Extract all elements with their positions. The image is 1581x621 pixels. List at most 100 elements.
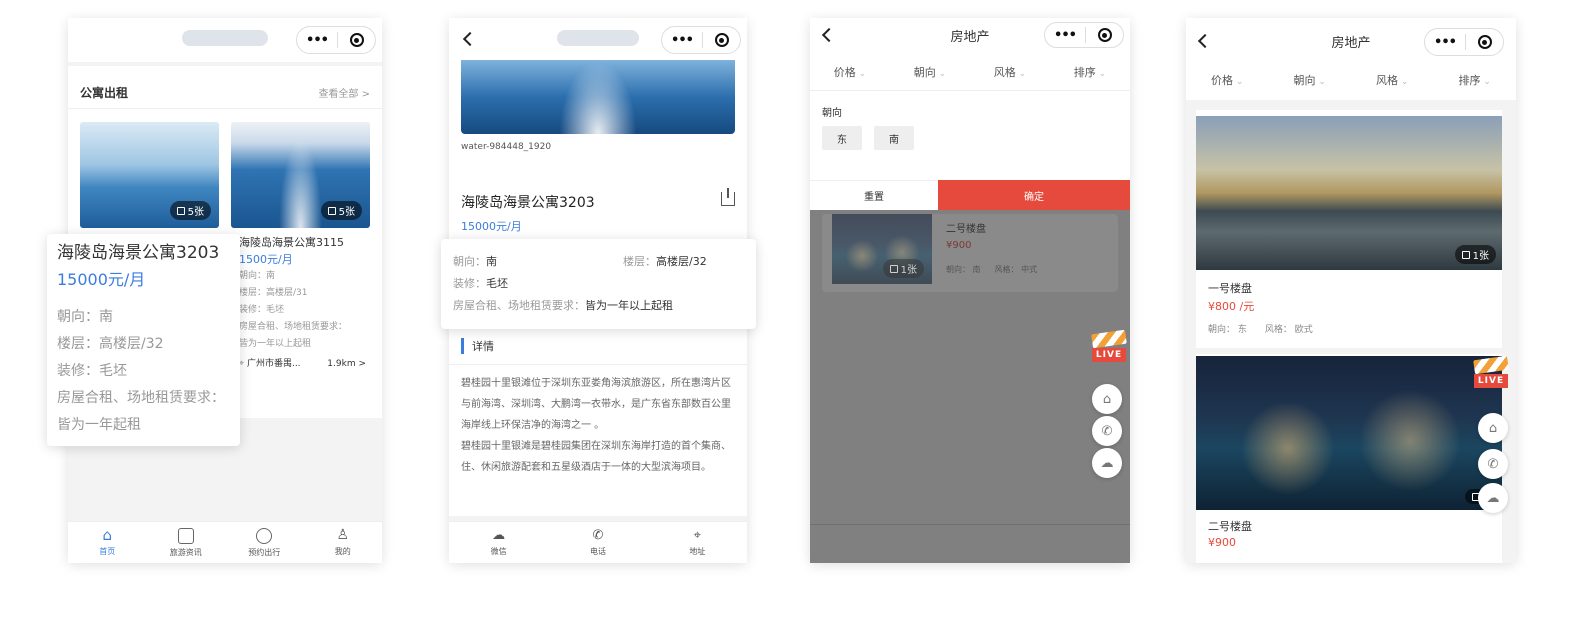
gallery-icon	[889, 264, 898, 273]
listing-price: ¥800 /元	[1208, 300, 1255, 313]
filter-style[interactable]: 风格	[994, 64, 1026, 80]
orientation-heading: 朝向	[822, 108, 842, 119]
apartment-card-2-info[interactable]: 海陵岛海景公寓3115 1500元/月 朝向：南 楼层：高楼层/31 装修：毛坯…	[239, 234, 374, 373]
heading-bar	[461, 338, 464, 354]
share-icon[interactable]	[721, 188, 735, 206]
listing-name: 二号楼盘	[946, 224, 986, 235]
filter-style[interactable]: 风格	[1376, 72, 1408, 88]
orientation-label: 朝向：	[453, 255, 486, 268]
gallery-icon	[176, 206, 185, 215]
wechat-icon: ☁	[1486, 490, 1500, 506]
decoration-text: 装修：毛坯	[57, 363, 127, 379]
apartment-photo[interactable]	[461, 60, 735, 134]
view-all-link[interactable]: 查看全部 >	[318, 85, 370, 100]
filter-sort[interactable]: 排序	[1074, 64, 1106, 80]
listing-style: 风格： 中式	[994, 265, 1038, 274]
detail-heading: 详情	[472, 340, 494, 353]
phone-filter: 房地产 ••• 价格 朝向 风格 排序 朝向 东 南 重置 确定 1张 二号楼盘…	[810, 18, 1130, 563]
detail-section: 详情 碧桂园十里银滩位于深圳东亚娄角海滨旅游区，所在惠湾片区与前海湾、深圳湾、大…	[449, 326, 747, 516]
more-icon[interactable]: •••	[662, 33, 702, 48]
title-placeholder	[182, 30, 268, 46]
apartment-title: 海陵岛海景公寓3203	[57, 243, 220, 263]
phone-listings: 房地产 ••• 价格 朝向 风格 排序 1张 一号楼盘 ¥800 /元 朝向： …	[1186, 18, 1516, 563]
phone-float-button[interactable]: ✆	[1478, 449, 1508, 479]
apartment-price: 15000元/月	[461, 220, 522, 233]
more-icon[interactable]: •••	[1045, 28, 1085, 43]
location-icon: ⌖	[693, 528, 701, 543]
phone-float-button[interactable]: ✆	[1092, 416, 1122, 446]
reset-button[interactable]: 重置	[810, 180, 938, 210]
filter-price[interactable]: 价格	[1211, 72, 1243, 88]
floor-text: 楼层：高楼层/31	[239, 288, 308, 298]
user-icon: ♙	[336, 527, 350, 543]
option-south[interactable]: 南	[874, 126, 914, 150]
filter-price[interactable]: 价格	[834, 64, 866, 80]
listing-image: 1张	[832, 214, 932, 284]
listing-orientation: 朝向： 东	[1208, 325, 1247, 335]
wechat-button[interactable]: ☁ 微信	[449, 522, 548, 563]
apartment-image-1[interactable]: 5张	[80, 122, 219, 228]
home-icon: ⌂	[1488, 420, 1498, 436]
listing-price: ¥900	[1208, 536, 1236, 549]
apartment-price: 15000元/月	[57, 270, 146, 289]
wechat-float-button[interactable]: ☁	[1092, 448, 1122, 478]
listing-price: ¥900	[946, 240, 972, 251]
nav-bar: •••	[68, 18, 382, 62]
confirm-button[interactable]: 确定	[938, 180, 1130, 210]
gallery-icon	[327, 206, 336, 215]
listing-card-2[interactable]: 1 二号楼盘 ¥900	[1196, 354, 1502, 563]
action-bar: ☁ 微信 ✆ 电话 ⌖ 地址	[449, 521, 747, 563]
apartment-image-2[interactable]: 5张	[231, 122, 370, 228]
back-icon[interactable]	[462, 31, 478, 47]
address-button[interactable]: ⌖ 地址	[648, 522, 747, 563]
gallery-icon	[1461, 250, 1470, 259]
home-icon: ⌂	[1102, 391, 1112, 407]
home-float-button[interactable]: ⌂	[1478, 413, 1508, 443]
orientation-value: 南	[486, 255, 497, 268]
live-badge[interactable]: LIVE	[1473, 355, 1509, 394]
clapperboard-icon	[1091, 329, 1127, 349]
close-target-icon[interactable]	[338, 33, 375, 47]
listing-orientation: 朝向： 南	[946, 265, 981, 274]
listing-card-1[interactable]: 1张 一号楼盘 ¥800 /元 朝向： 东 风格： 欧式	[1196, 110, 1502, 348]
tab-home[interactable]: ⌂ 首页	[68, 522, 147, 563]
phone-icon: ✆	[592, 528, 604, 543]
home-float-button[interactable]: ⌂	[1092, 384, 1122, 414]
live-badge[interactable]: LIVE	[1091, 329, 1127, 368]
requirement-label: 房屋合租、场地租赁要求：	[239, 322, 348, 332]
tab-travel-news[interactable]: 旅游资讯	[147, 522, 226, 563]
location-text: 广州市番禺...	[246, 359, 301, 369]
requirement-value: 皆为一年以上起租	[585, 299, 673, 312]
listing-image: 1张	[1196, 116, 1502, 270]
filter-orientation[interactable]: 朝向	[1294, 72, 1326, 88]
floor-text: 楼层：高楼层/32	[57, 336, 164, 352]
filter-sort[interactable]: 排序	[1459, 72, 1491, 88]
more-icon[interactable]: •••	[1425, 35, 1465, 50]
close-target-icon[interactable]	[1086, 28, 1123, 42]
filter-orientation[interactable]: 朝向	[914, 64, 946, 80]
image-caption: water-984448_1920	[461, 142, 552, 152]
close-target-icon[interactable]	[703, 33, 740, 47]
filter-panel: 房地产 ••• 价格 朝向 风格 排序 朝向 东 南 重置 确定	[810, 18, 1130, 210]
close-target-icon[interactable]	[1466, 35, 1503, 49]
requirement-label: 房屋合租、场地租赁要求：	[57, 390, 225, 406]
listing-name: 二号楼盘	[1208, 520, 1252, 533]
description-paragraph-1: 碧桂园十里银滩位于深圳东亚娄角海滨旅游区，所在惠湾片区与前海湾、深圳湾、大鹏湾一…	[461, 378, 731, 431]
tab-mine[interactable]: ♙ 我的	[304, 522, 383, 563]
decoration-value: 毛坯	[486, 277, 508, 290]
more-icon[interactable]: •••	[297, 33, 337, 48]
section-title: 公寓出租	[80, 85, 129, 100]
listing-style: 风格： 欧式	[1264, 325, 1313, 335]
wechat-float-button[interactable]: ☁	[1478, 483, 1508, 513]
decoration-label: 装修：	[453, 277, 486, 290]
option-east[interactable]: 东	[822, 126, 862, 150]
tab-booking[interactable]: 预约出行	[225, 522, 304, 563]
listing-card[interactable]: 1张 二号楼盘 ¥900 朝向： 南 风格： 中式	[822, 214, 1118, 292]
photo-count-badge: 5张	[320, 201, 362, 220]
floor-label: 楼层：	[623, 255, 656, 268]
floor-value: 高楼层/32	[656, 255, 707, 268]
apartment-title: 海陵岛海景公寓3115	[239, 236, 344, 249]
phone-button[interactable]: ✆ 电话	[548, 522, 647, 563]
apartment-title: 海陵岛海景公寓3203	[461, 195, 595, 211]
clapperboard-icon	[1473, 355, 1509, 375]
